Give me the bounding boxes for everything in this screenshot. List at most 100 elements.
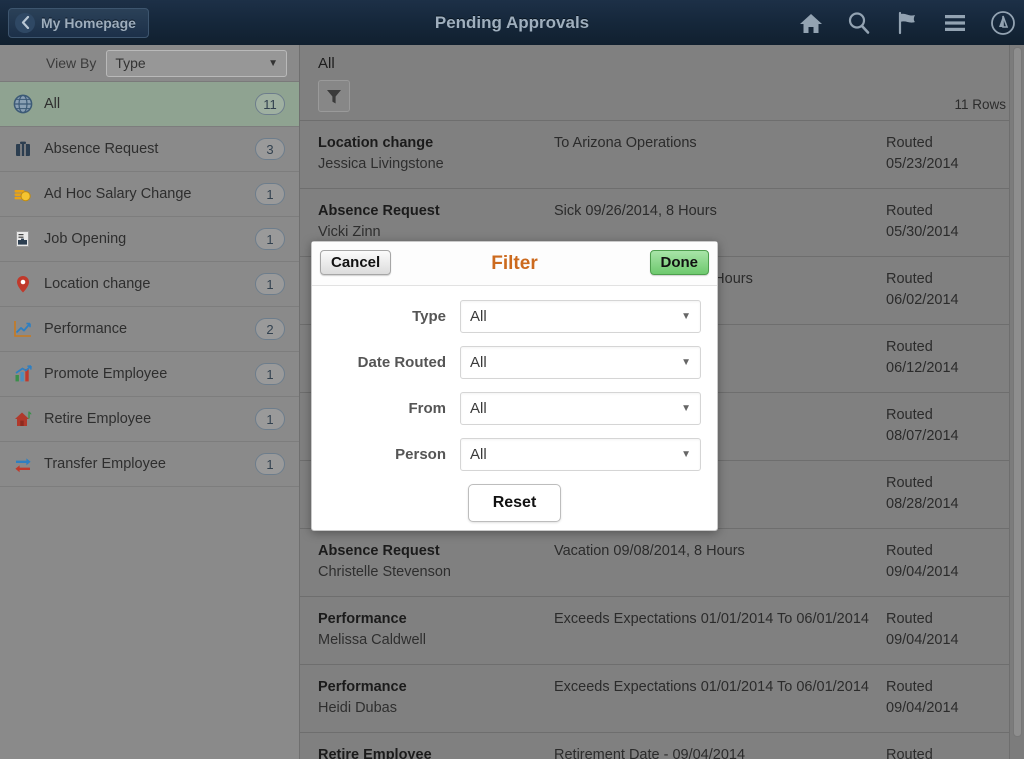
back-button-label: My Homepage <box>41 15 136 31</box>
row-status-cell: Routed06/02/2014 <box>886 269 994 312</box>
row-description: To Arizona Operations <box>554 133 886 153</box>
row-status-cell: Routed09/04/2014 <box>886 745 994 759</box>
row-description: Vacation 09/08/2014, 8 Hours <box>554 541 886 561</box>
row-status: Routed <box>886 473 994 493</box>
sidebar-item-label: Absence Request <box>44 141 255 157</box>
row-status-cell: Routed08/07/2014 <box>886 405 994 448</box>
view-by-row: View By Type ▼ <box>0 45 299 82</box>
filter-field-select[interactable]: All ▼ <box>460 438 701 471</box>
sidebar-item-count: 3 <box>255 138 285 160</box>
table-row[interactable]: Location changeJessica LivingstoneTo Ari… <box>300 121 1024 189</box>
filter-field-type: TypeAll▼ <box>312 300 717 333</box>
house-icon <box>12 408 34 430</box>
row-transaction-type: Location change <box>318 133 544 153</box>
filter-field-select[interactable]: All▼ <box>460 346 701 379</box>
filter-field-value: All <box>470 446 487 463</box>
reset-button[interactable]: Reset <box>468 484 562 522</box>
line-chart-icon <box>12 318 34 340</box>
globe-icon <box>12 93 34 115</box>
top-header-bar: My Homepage Pending Approvals <box>0 0 1024 45</box>
map-pin-icon <box>12 273 34 295</box>
sidebar-item-retire-employee[interactable]: Retire Employee1 <box>0 397 299 442</box>
sidebar-item-all[interactable]: All11 <box>0 82 299 127</box>
row-type-cell: PerformanceMelissa Caldwell <box>318 609 554 652</box>
sidebar-item-label: Performance <box>44 321 255 337</box>
row-type-cell: Absence RequestVicki Zinn <box>318 201 554 244</box>
view-by-label: View By <box>0 55 96 71</box>
sidebar-item-count: 1 <box>255 453 285 475</box>
main-header: All 11 Rows <box>300 45 1024 120</box>
vertical-scrollbar[interactable] <box>1009 45 1024 759</box>
row-status-cell: Routed08/28/2014 <box>886 473 994 516</box>
filter-field-label: Date Routed <box>312 354 460 371</box>
search-icon[interactable] <box>846 10 872 36</box>
done-button[interactable]: Done <box>650 250 710 275</box>
filter-field-from: FromAll▼ <box>312 392 717 425</box>
table-row[interactable]: PerformanceMelissa CaldwellExceeds Expec… <box>300 597 1024 665</box>
row-transaction-type: Absence Request <box>318 541 544 561</box>
sidebar-item-label: Retire Employee <box>44 411 255 427</box>
cancel-button[interactable]: Cancel <box>320 250 391 275</box>
row-status: Routed <box>886 133 994 153</box>
row-type-cell: Absence RequestChristelle Stevenson <box>318 541 554 584</box>
sidebar-item-performance[interactable]: Performance2 <box>0 307 299 352</box>
bar-chart-up-icon <box>12 363 34 385</box>
transfer-arrows-icon <box>12 453 34 475</box>
sidebar-item-count: 11 <box>255 93 285 115</box>
row-routed-date: 09/04/2014 <box>886 697 994 720</box>
filter-modal-body: TypeAll▼Date RoutedAll▼FromAll▼PersonAll… <box>312 286 717 522</box>
filter-field-person: Person All ▼ <box>312 438 717 471</box>
sidebar-item-label: Location change <box>44 276 255 292</box>
filter-field-value: All <box>470 354 487 371</box>
row-type-cell: PerformanceHeidi Dubas <box>318 677 554 720</box>
sidebar-item-label: All <box>44 96 255 112</box>
row-transaction-type: Absence Request <box>318 201 544 221</box>
row-routed-date: 05/23/2014 <box>886 153 994 176</box>
table-row[interactable]: Absence RequestChristelle StevensonVacat… <box>300 529 1024 597</box>
sidebar-item-absence-request[interactable]: Absence Request3 <box>0 127 299 172</box>
sidebar-item-label: Transfer Employee <box>44 456 255 472</box>
sidebar-item-job-opening[interactable]: Job Opening1 <box>0 217 299 262</box>
hamburger-menu-icon[interactable] <box>942 10 968 36</box>
row-routed-date: 05/30/2014 <box>886 221 994 244</box>
filter-field-value: All <box>470 308 487 325</box>
scrollbar-thumb[interactable] <box>1013 47 1022 737</box>
chevron-left-icon <box>15 13 35 33</box>
sidebar: View By Type ▼ All11Absence Request3Ad H… <box>0 45 300 759</box>
row-routed-date: 09/04/2014 <box>886 629 994 652</box>
sidebar-item-location-change[interactable]: Location change1 <box>0 262 299 307</box>
funnel-icon[interactable] <box>318 80 350 112</box>
chevron-down-icon: ▼ <box>268 58 278 69</box>
sidebar-item-ad-hoc-salary-change[interactable]: Ad Hoc Salary Change1 <box>0 172 299 217</box>
filter-modal-header: Cancel Filter Done <box>312 242 717 286</box>
sidebar-item-transfer-employee[interactable]: Transfer Employee1 <box>0 442 299 487</box>
view-by-select[interactable]: Type ▼ <box>106 50 287 77</box>
home-icon[interactable] <box>798 10 824 36</box>
document-person-icon <box>12 228 34 250</box>
filter-field-label: From <box>312 400 460 417</box>
table-row[interactable]: PerformanceHeidi DubasExceeds Expectatio… <box>300 665 1024 733</box>
filter-field-select[interactable]: All▼ <box>460 300 701 333</box>
flag-icon[interactable] <box>894 10 920 36</box>
reset-button-wrap: Reset <box>312 484 717 522</box>
money-icon <box>12 183 34 205</box>
chevron-down-icon: ▼ <box>681 449 691 460</box>
briefcase-icon <box>12 138 34 160</box>
compass-navbar-icon[interactable] <box>990 10 1016 36</box>
filter-modal: Cancel Filter Done TypeAll▼ Date Routed Al… <box>311 241 718 531</box>
sidebar-item-promote-employee[interactable]: Promote Employee1 <box>0 352 299 397</box>
chevron-down-icon: ▼ <box>681 403 691 414</box>
row-status: Routed <box>886 269 994 289</box>
filter-field-select[interactable]: All▼ <box>460 392 701 425</box>
row-description: Exceeds Expectations 01/01/2014 To 06/01… <box>554 609 886 629</box>
row-status: Routed <box>886 201 994 221</box>
sidebar-item-count: 1 <box>255 183 285 205</box>
row-routed-date: 06/12/2014 <box>886 357 994 380</box>
row-description: Retirement Date - 09/04/2014 <box>554 745 886 759</box>
row-status-cell: Routed09/04/2014 <box>886 609 994 652</box>
row-transaction-type: Retire Employee <box>318 745 544 759</box>
back-to-my-homepage-button[interactable]: My Homepage <box>8 8 149 38</box>
table-row[interactable]: Retire EmployeeMonica BakerRetirement Da… <box>300 733 1024 759</box>
filter-field-label: Person <box>312 446 460 463</box>
row-status-cell: Routed09/04/2014 <box>886 541 994 584</box>
